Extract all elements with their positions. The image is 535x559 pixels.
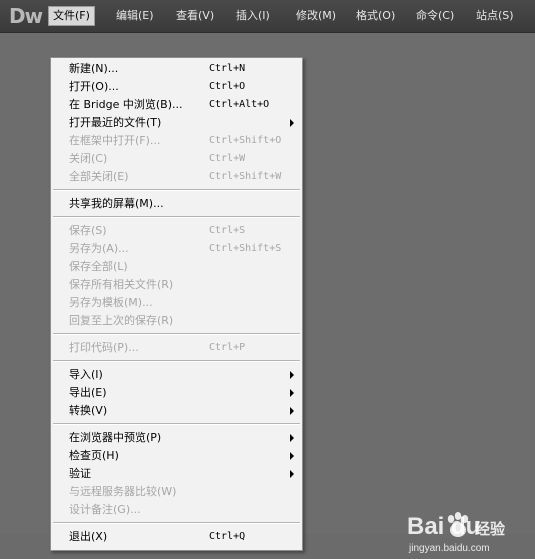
file-menu-item[interactable]: 导入(I) xyxy=(51,366,302,384)
menu-item-label: 关闭(C) xyxy=(69,152,108,165)
menu-item-shortcut: Ctrl+S xyxy=(209,225,246,236)
file-menu-item: 在框架中打开(F)... Ctrl+Shift+O xyxy=(51,132,302,150)
menu-separator xyxy=(53,189,300,191)
file-menu-item[interactable]: 在浏览器中预览(P) xyxy=(51,429,302,447)
file-menu-item[interactable]: 转换(V) xyxy=(51,402,302,420)
menu-item-label: 在 Bridge 中浏览(B)... xyxy=(69,98,183,111)
menu-item-shortcut: Ctrl+Alt+O xyxy=(209,99,270,110)
submenu-arrow-icon xyxy=(290,452,294,460)
app-logo: Dw xyxy=(9,4,43,28)
menubar-item-3[interactable]: 插入(I) xyxy=(232,6,274,26)
file-menu-item[interactable]: 共享我的屏幕(M)... xyxy=(51,195,302,213)
file-menu-item: 保存全部(L) xyxy=(51,258,302,276)
menu-item-label: 导出(E) xyxy=(69,386,107,399)
menu-item-label: 验证 xyxy=(69,467,91,480)
menu-item-label: 退出(X) xyxy=(69,530,108,543)
menubar-item-2[interactable]: 查看(V) xyxy=(172,6,218,26)
submenu-arrow-icon xyxy=(290,407,294,415)
menu-item-label: 在浏览器中预览(P) xyxy=(69,431,162,444)
file-menu-item[interactable]: 打开(O)... Ctrl+O xyxy=(51,78,302,96)
menu-item-label: 打印代码(P)... xyxy=(69,341,139,354)
menu-item-shortcut: Ctrl+N xyxy=(209,63,246,74)
file-menu-item: 设计备注(G)... xyxy=(51,501,302,519)
menu-separator xyxy=(53,360,300,362)
submenu-arrow-icon xyxy=(290,389,294,397)
menubar-item-6[interactable]: 命令(C) xyxy=(412,6,458,26)
file-menu-item[interactable]: 退出(X) Ctrl+Q xyxy=(51,528,302,546)
menu-bar: Dw 文件(F) 编辑(E) 查看(V) 插入(I) 修改(M) 格式(O) 命令(C) 站点… xyxy=(0,0,535,33)
menu-item-label: 导入(I) xyxy=(69,368,103,381)
file-menu-item[interactable]: 在 Bridge 中浏览(B)... Ctrl+Alt+O xyxy=(51,96,302,114)
file-menu-item: 保存(S) Ctrl+S xyxy=(51,222,302,240)
file-menu-item[interactable]: 新建(N)... Ctrl+N xyxy=(51,60,302,78)
menu-separator xyxy=(53,522,300,524)
menu-item-label: 共享我的屏幕(M)... xyxy=(69,197,164,210)
menu-separator xyxy=(53,216,300,218)
menu-item-label: 打开最近的文件(T) xyxy=(69,116,162,129)
baidu-paw-icon xyxy=(447,512,469,537)
menu-item-shortcut: Ctrl+Q xyxy=(209,531,246,542)
file-menu-item[interactable]: 打开最近的文件(T) xyxy=(51,114,302,132)
file-menu-item[interactable]: 检查页(H) xyxy=(51,447,302,465)
menu-item-label: 保存(S) xyxy=(69,224,107,237)
file-menu-item: 打印代码(P)... Ctrl+P xyxy=(51,339,302,357)
submenu-arrow-icon xyxy=(290,470,294,478)
watermark-url: jingyan.baidu.com xyxy=(409,543,490,554)
file-menu-dropdown: 新建(N)... Ctrl+N 打开(O)... Ctrl+O 在 Bridge 中浏览… xyxy=(50,57,303,551)
menu-item-shortcut: Ctrl+Shift+S xyxy=(209,243,282,254)
menu-item-label: 在框架中打开(F)... xyxy=(69,134,161,147)
menu-item-label: 另存为(A)... xyxy=(69,242,129,255)
menubar-item-5[interactable]: 格式(O) xyxy=(352,6,399,26)
menu-item-label: 保存所有相关文件(R) xyxy=(69,278,174,291)
baidu-jingyan-watermark: Bai du 经验 jingyan.baidu.com xyxy=(405,511,525,559)
file-menu-item: 全部关闭(E) Ctrl+Shift+W xyxy=(51,168,302,186)
submenu-arrow-icon xyxy=(290,371,294,379)
menu-item-label: 打开(O)... xyxy=(69,80,119,93)
menu-item-label: 转换(V) xyxy=(69,404,108,417)
menubar-item-7[interactable]: 站点(S) xyxy=(472,6,518,26)
file-menu-item: 与远程服务器比较(W) xyxy=(51,483,302,501)
menu-item-label: 全部关闭(E) xyxy=(69,170,129,183)
menu-item-label: 与远程服务器比较(W) xyxy=(69,485,177,498)
submenu-arrow-icon xyxy=(290,119,294,127)
menu-item-label: 回复至上次的保存(R) xyxy=(69,314,174,327)
file-menu-item: 回复至上次的保存(R) xyxy=(51,312,302,330)
menu-separator xyxy=(53,333,300,335)
menu-item-label: 新建(N)... xyxy=(69,62,119,75)
menubar-item-4[interactable]: 修改(M) xyxy=(292,6,340,26)
menu-item-shortcut: Ctrl+O xyxy=(209,81,246,92)
menu-item-shortcut: Ctrl+Shift+O xyxy=(209,135,282,146)
menu-separator xyxy=(53,423,300,425)
menu-item-label: 检查页(H) xyxy=(69,449,119,462)
menu-item-label: 另存为模板(M)... xyxy=(69,296,153,309)
menu-item-label: 设计备注(G)... xyxy=(69,503,141,516)
menu-item-shortcut: Ctrl+W xyxy=(209,153,246,164)
workspace: 新建(N)... Ctrl+N 打开(O)... Ctrl+O 在 Bridge 中浏览… xyxy=(0,33,535,554)
menubar-item-0[interactable]: 文件(F) xyxy=(48,6,95,26)
submenu-arrow-icon xyxy=(290,434,294,442)
menubar-item-1[interactable]: 编辑(E) xyxy=(112,6,158,26)
menu-item-shortcut: Ctrl+P xyxy=(209,342,246,353)
file-menu-item[interactable]: 导出(E) xyxy=(51,384,302,402)
file-menu-item: 另存为模板(M)... xyxy=(51,294,302,312)
menu-item-label: 保存全部(L) xyxy=(69,260,128,273)
file-menu-item: 保存所有相关文件(R) xyxy=(51,276,302,294)
file-menu-item: 另存为(A)... Ctrl+Shift+S xyxy=(51,240,302,258)
menu-item-shortcut: Ctrl+Shift+W xyxy=(209,171,282,182)
watermark-text: 经验 xyxy=(475,520,506,538)
file-menu-item[interactable]: 验证 xyxy=(51,465,302,483)
file-menu-item: 关闭(C) Ctrl+W xyxy=(51,150,302,168)
